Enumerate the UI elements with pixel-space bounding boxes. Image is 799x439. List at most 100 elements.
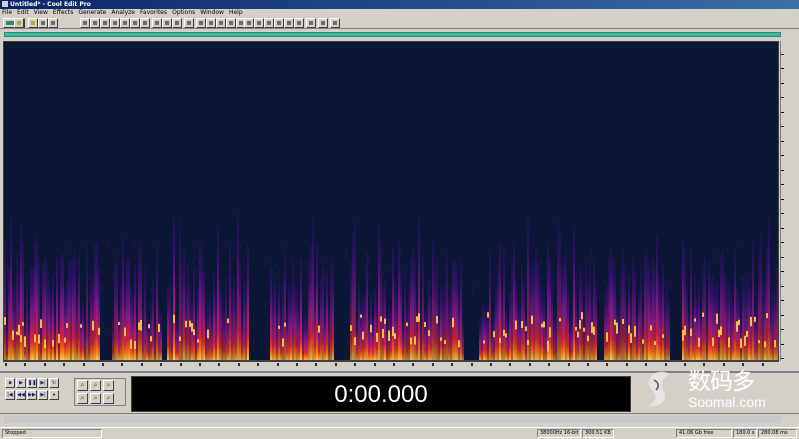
track-2-button[interactable] (264, 18, 274, 28)
zoom-selection-icon: ⌕ (106, 395, 111, 402)
spectral-column (489, 246, 491, 360)
spectral-view-button[interactable] (162, 18, 172, 28)
spectral-column (296, 286, 298, 360)
spectral-column (525, 316, 527, 360)
energy-highlight (193, 329, 195, 336)
cut-button[interactable] (48, 18, 58, 28)
zoom-in-horizontal-button[interactable]: ⌕ (77, 380, 88, 391)
noise-mark (771, 294, 773, 303)
time-tick (354, 363, 357, 366)
noise-mark (458, 256, 460, 263)
track-3-button[interactable] (274, 18, 284, 28)
spectral-column (372, 320, 374, 360)
title-bar: Untitled* - Cool Edit Pro (0, 0, 799, 9)
menu-options[interactable]: Options (172, 9, 195, 16)
time-tick (412, 363, 415, 366)
redo-button[interactable] (120, 18, 130, 28)
menu-edit[interactable]: Edit (17, 9, 29, 16)
mix-button[interactable] (140, 18, 150, 28)
frequency-tick (781, 153, 799, 159)
time-tick (625, 363, 628, 366)
energy-highlight (158, 323, 160, 333)
zoom-out-vertical-button[interactable]: ⌕ (90, 393, 101, 404)
spectrogram-view[interactable] (3, 41, 779, 361)
rewind-button[interactable]: ◀◀ (16, 390, 26, 400)
zoom-full-button[interactable]: ⌕ (103, 380, 114, 391)
scale-button[interactable] (226, 18, 236, 28)
paste-button[interactable] (90, 18, 100, 28)
save-button[interactable] (28, 18, 38, 28)
horizontal-scrollbar[interactable] (0, 413, 799, 425)
menu-view[interactable]: View (34, 9, 48, 16)
scrollbar-track[interactable] (4, 416, 781, 423)
zoom-out-horizontal-icon: ⌕ (93, 382, 98, 389)
grid-button[interactable] (206, 18, 216, 28)
rewind-start-button[interactable]: |◀ (5, 390, 15, 400)
menu-effects[interactable]: Effects (53, 9, 73, 16)
stop-button[interactable]: ■ (5, 378, 15, 388)
track-4-button[interactable] (284, 18, 294, 28)
frequency-tick (781, 254, 799, 260)
undo-button[interactable] (110, 18, 120, 28)
play-to-end-button[interactable]: ▶| (38, 378, 48, 388)
pause-button[interactable]: ❚❚ (27, 378, 37, 388)
select-tool-button[interactable] (196, 18, 206, 28)
energy-highlight (583, 327, 585, 332)
menu-file[interactable]: File (2, 9, 12, 16)
zoom-tool-button[interactable] (184, 18, 194, 28)
track-6-button[interactable] (306, 18, 316, 28)
menu-help[interactable]: Help (229, 9, 243, 16)
noise-mark (264, 303, 266, 309)
insert-button[interactable] (130, 18, 140, 28)
spectral-column (438, 303, 440, 360)
spectral-column (618, 310, 620, 360)
spectral-column (195, 312, 197, 360)
menu-favorites[interactable]: Favorites (140, 9, 167, 16)
spectral-column (221, 293, 223, 360)
record-button[interactable]: ● (49, 390, 59, 400)
forward-end-button[interactable]: ▶| (38, 390, 48, 400)
sample-edit-button[interactable] (172, 18, 182, 28)
waveform-overview-bar[interactable] (4, 32, 781, 37)
open-button[interactable] (14, 18, 24, 28)
energy-highlight (630, 333, 632, 344)
menu-generate[interactable]: Generate (78, 9, 106, 16)
zoom-in-vertical-button[interactable]: ⌕ (77, 393, 88, 404)
noise-mark (133, 242, 135, 250)
menu-analyze[interactable]: Analyze (111, 9, 135, 16)
snap-button[interactable] (216, 18, 226, 28)
status-format: 38000Hz 16-bit (537, 429, 581, 438)
fast-forward-button[interactable]: ▶▶ (27, 390, 37, 400)
loop-button[interactable]: ↻ (49, 378, 59, 388)
zoom-selection-button[interactable]: ⌕ (103, 393, 114, 404)
energy-highlight (173, 314, 175, 324)
spectral-column (434, 264, 436, 360)
spectral-column (116, 260, 118, 360)
window-title: Untitled* - Cool Edit Pro (10, 1, 91, 8)
spectral-column (14, 285, 16, 360)
noise-mark (368, 255, 369, 263)
paste-mix-button[interactable] (100, 18, 110, 28)
track-1-button[interactable] (254, 18, 264, 28)
menu-bar: File Edit View Effects Generate Analyze Favori… (0, 9, 799, 17)
track-5-button[interactable] (294, 18, 304, 28)
spectral-column (203, 269, 205, 360)
energy-highlight (591, 322, 593, 333)
help-button[interactable] (244, 18, 254, 28)
menu-window[interactable]: Window (200, 9, 224, 16)
spectral-column (294, 282, 296, 360)
cue-button[interactable] (330, 18, 340, 28)
spectral-column (72, 258, 74, 360)
spectral-column (507, 321, 509, 360)
zoom-out-horizontal-button[interactable]: ⌕ (90, 380, 101, 391)
energy-highlight (98, 327, 100, 335)
metronome-button[interactable] (318, 18, 328, 28)
spectral-column (624, 264, 626, 360)
energy-highlight (227, 318, 229, 324)
spectrogram-canvas[interactable] (4, 42, 779, 361)
copy-button[interactable] (80, 18, 90, 28)
record-button[interactable] (38, 18, 48, 28)
fx-button[interactable] (152, 18, 162, 28)
spectral-column (58, 298, 60, 360)
play-button[interactable]: ▶ (16, 378, 26, 388)
